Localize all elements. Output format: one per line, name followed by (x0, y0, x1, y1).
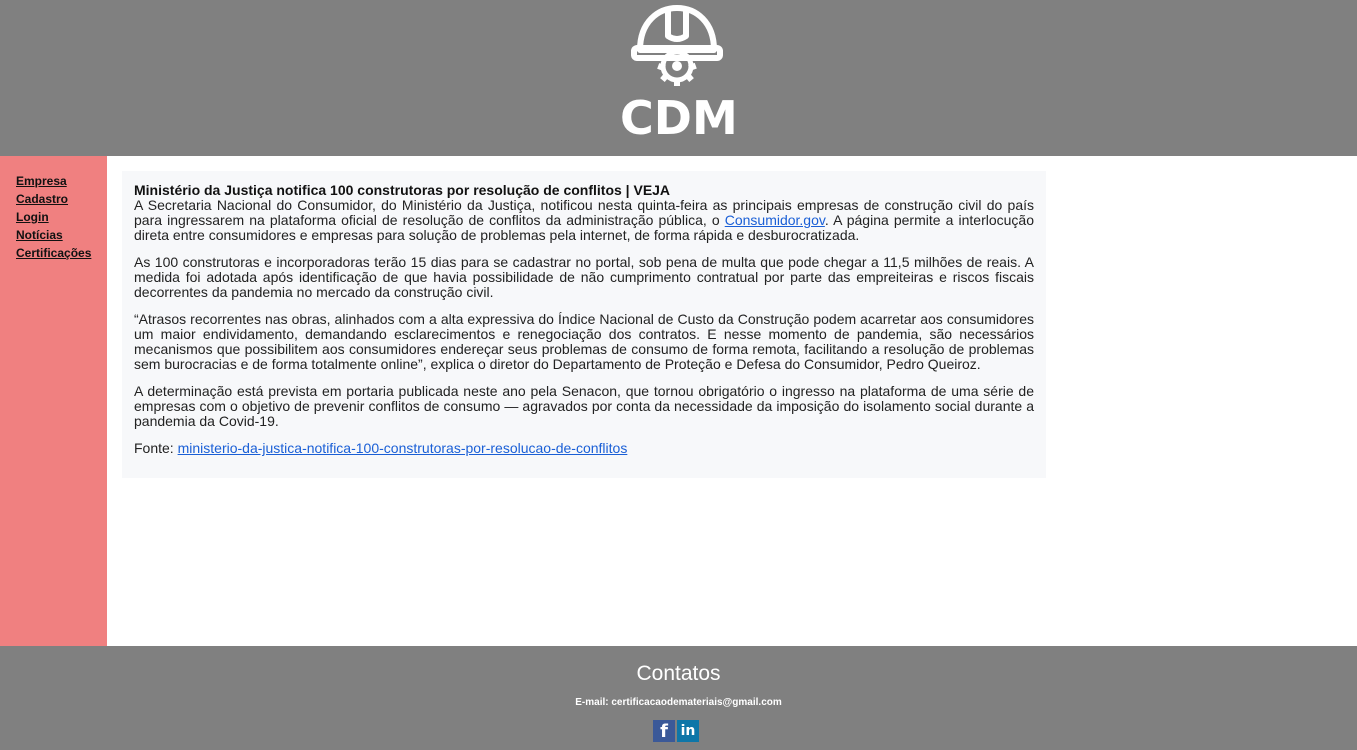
site-logo[interactable]: CDM (620, 4, 738, 145)
nav-link-cadastro[interactable]: Cadastro (16, 192, 68, 206)
nav-link-noticias[interactable]: Notícias (16, 228, 63, 242)
nav-item: Notícias (16, 226, 107, 244)
nav-item: Cadastro (16, 190, 107, 208)
hardhat-gear-icon (631, 5, 723, 86)
nav-link-empresa[interactable]: Empresa (16, 174, 67, 188)
source-link[interactable]: ministerio-da-justica-notifica-100-const… (178, 440, 628, 456)
facebook-icon[interactable]: f (653, 720, 675, 742)
nav-item: Empresa (16, 172, 107, 190)
contact-email: E-mail: certificacaodemateriais@gmail.co… (575, 697, 782, 708)
source-label: Fonte: (134, 440, 178, 456)
nav-link-certificacoes[interactable]: Certificações (16, 246, 91, 260)
consumidor-gov-link[interactable]: Consumidor.gov (725, 212, 825, 228)
site-footer: Contatos E-mail: certificacaodemateriais… (0, 646, 1357, 750)
main-content: Ministério da Justiça notifica 100 const… (107, 156, 1357, 646)
article-title: Ministério da Justiça notifica 100 const… (134, 182, 671, 198)
nav-link-login[interactable]: Login (16, 210, 49, 224)
article-paragraph-3: “Atrasos recorrentes nas obras, alinhado… (134, 311, 1034, 372)
logo-text: CDM (620, 91, 738, 145)
nav-item: Certificações (16, 244, 107, 262)
site-header: CDM (0, 0, 1357, 156)
article-source: Fonte: ministerio-da-justica-notifica-10… (134, 441, 1034, 456)
article-paragraph-4: A determinação está prevista em portaria… (134, 383, 1034, 429)
article-paragraph-1: A Secretaria Nacional do Consumidor, do … (134, 198, 1034, 243)
sidebar-nav: Empresa Cadastro Login Notícias Certific… (0, 156, 107, 646)
article-paragraph-2: As 100 construtoras e incorporadoras ter… (134, 254, 1034, 300)
nav-item: Login (16, 208, 107, 226)
linkedin-icon[interactable]: in (677, 720, 699, 742)
nav-list: Empresa Cadastro Login Notícias Certific… (0, 156, 107, 262)
news-article: Ministério da Justiça notifica 100 const… (122, 171, 1046, 478)
social-links: f in (653, 720, 701, 742)
contacts-heading: Contatos (636, 662, 721, 685)
